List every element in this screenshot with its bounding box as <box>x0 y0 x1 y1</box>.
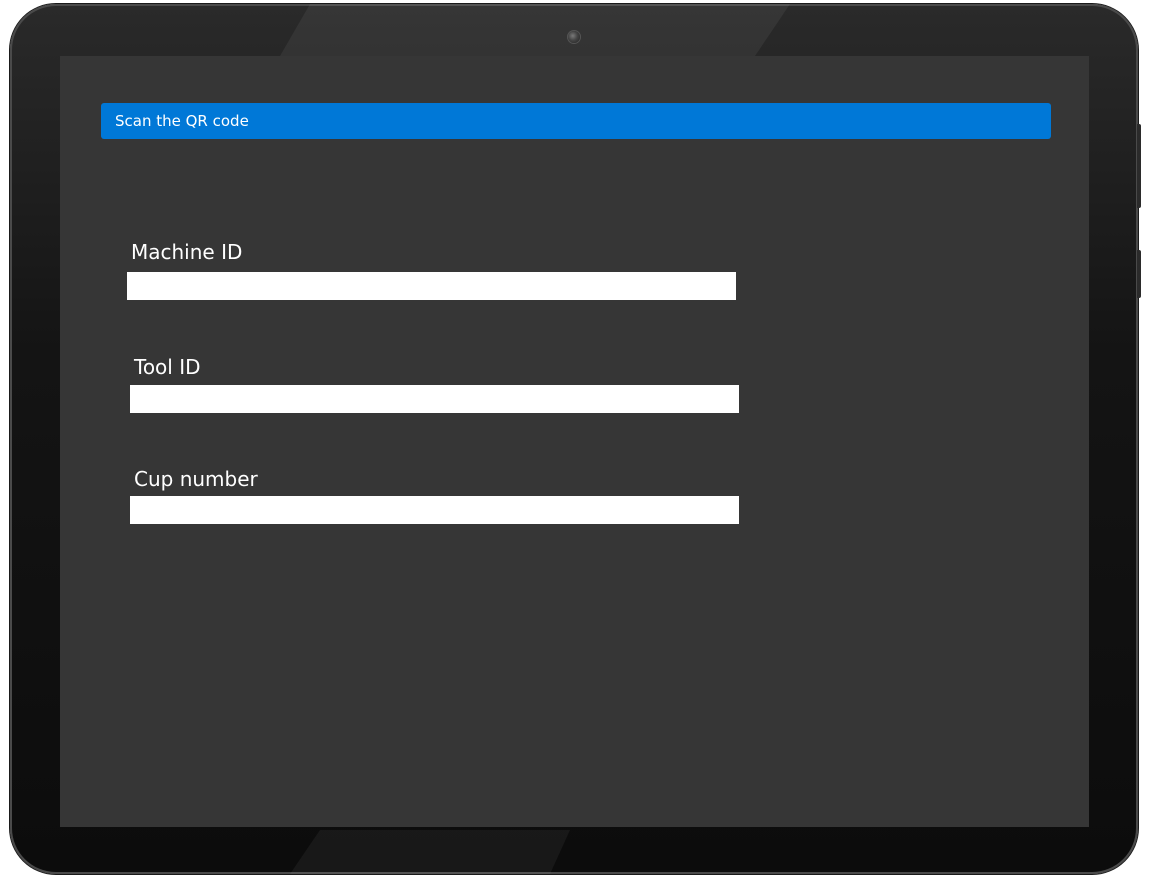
scan-qr-banner[interactable]: Scan the QR code <box>101 103 1051 139</box>
power-button <box>1137 250 1141 298</box>
cup-number-label: Cup number <box>134 467 258 491</box>
app-screen: Scan the QR code Machine ID Tool ID Cup … <box>60 56 1089 827</box>
tool-id-label: Tool ID <box>134 355 201 379</box>
cup-number-input[interactable] <box>130 496 739 524</box>
volume-button <box>1137 124 1141 208</box>
machine-id-input[interactable] <box>127 272 736 300</box>
camera-lens-icon <box>568 31 580 43</box>
machine-id-label: Machine ID <box>131 240 243 264</box>
tool-id-input[interactable] <box>130 385 739 413</box>
